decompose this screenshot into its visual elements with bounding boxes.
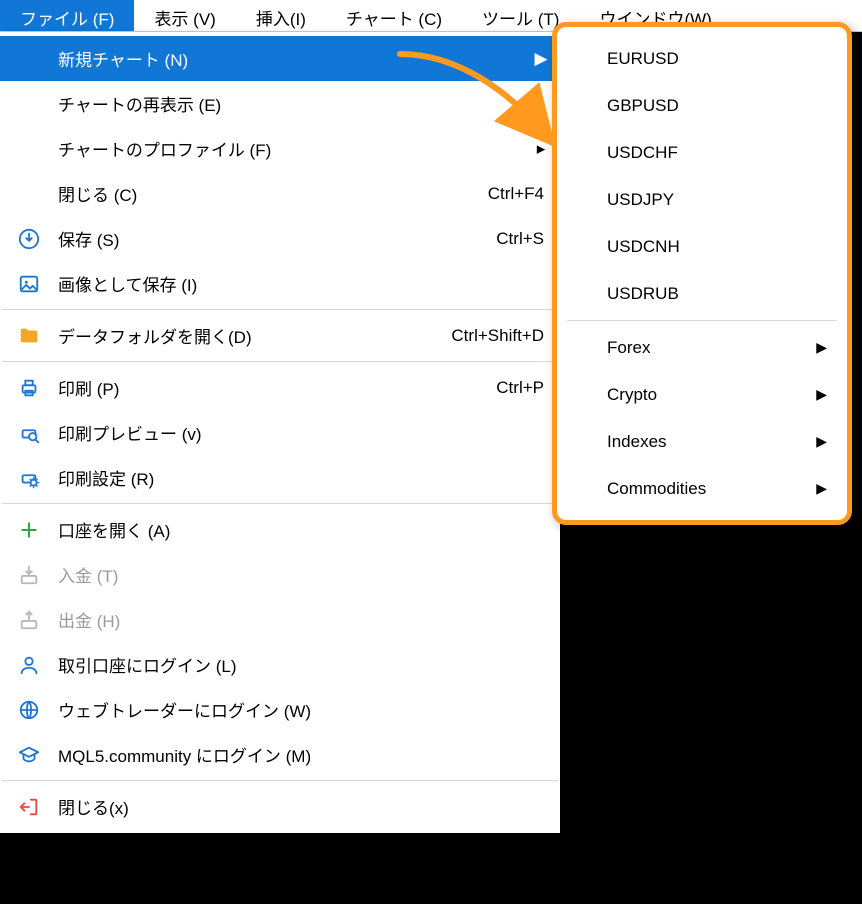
- category-label: Crypto: [607, 385, 816, 405]
- symbol-label: USDCHF: [607, 143, 827, 163]
- menu-label: 画像として保存 (I): [44, 271, 550, 296]
- submenu-arrow-icon: ▸: [532, 94, 550, 114]
- menubar-file[interactable]: ファイル (F): [0, 0, 134, 31]
- exit-icon: [14, 796, 44, 818]
- folder-icon: [14, 325, 44, 347]
- menubar-insert[interactable]: 挿入(I): [236, 0, 326, 31]
- menu-deposit: 入金 (T): [0, 552, 560, 597]
- symbol-label: USDCNH: [607, 237, 827, 257]
- menu-label: 口座を開く (A): [44, 517, 550, 542]
- submenu-arrow-icon: ▸: [532, 139, 550, 159]
- deposit-icon: [14, 564, 44, 586]
- category-label: Indexes: [607, 432, 816, 452]
- separator: [2, 780, 558, 781]
- menu-label: チャートのプロファイル (F): [44, 136, 532, 161]
- menu-label: 取引口座にログイン (L): [44, 652, 550, 677]
- menu-login-mql5[interactable]: MQL5.community にログイン (M): [0, 732, 560, 777]
- symbol-label: GBPUSD: [607, 96, 827, 116]
- symbol-usdrub[interactable]: USDRUB: [557, 270, 847, 317]
- symbol-usdcnh[interactable]: USDCNH: [557, 223, 847, 270]
- save-download-icon: [14, 228, 44, 250]
- submenu-arrow-icon: ▶: [816, 386, 827, 403]
- separator: [2, 503, 558, 504]
- symbol-label: EURUSD: [607, 49, 827, 69]
- symbol-label: USDRUB: [607, 284, 827, 304]
- menu-login-web[interactable]: ウェブトレーダーにログイン (W): [0, 687, 560, 732]
- symbol-usdchf[interactable]: USDCHF: [557, 129, 847, 176]
- plus-icon: [14, 520, 44, 540]
- menu-label: データフォルダを開く(D): [44, 323, 451, 348]
- menu-print-preview[interactable]: 印刷プレビュー (v): [0, 410, 560, 455]
- menu-label: ウェブトレーダーにログイン (W): [44, 697, 550, 722]
- menu-chart-profile[interactable]: チャートのプロファイル (F) ▸: [0, 126, 560, 171]
- symbol-gbpusd[interactable]: GBPUSD: [557, 82, 847, 129]
- menu-label: 閉じる (C): [44, 181, 488, 206]
- separator: [567, 320, 837, 321]
- menu-label: 保存 (S): [44, 226, 496, 251]
- separator: [2, 361, 558, 362]
- category-label: Forex: [607, 338, 816, 358]
- globe-icon: [14, 699, 44, 721]
- menu-withdraw: 出金 (H): [0, 597, 560, 642]
- menu-label: 閉じる(x): [44, 794, 550, 819]
- menu-label: 印刷設定 (R): [44, 465, 550, 490]
- category-forex[interactable]: Forex▶: [557, 324, 847, 371]
- graduation-cap-icon: [14, 744, 44, 766]
- separator: [2, 309, 558, 310]
- print-settings-icon: [14, 467, 44, 489]
- menu-label: チャートの再表示 (E): [44, 91, 532, 116]
- menu-save-image[interactable]: 画像として保存 (I): [0, 261, 560, 306]
- user-icon: [14, 654, 44, 676]
- submenu-arrow-icon: ▶: [532, 49, 550, 69]
- menu-new-chart[interactable]: 新規チャート (N) ▶: [0, 36, 560, 81]
- file-menu: 新規チャート (N) ▶ チャートの再表示 (E) ▸ チャートのプロファイル …: [0, 32, 560, 833]
- shortcut: Ctrl+S: [496, 229, 550, 249]
- symbol-label: USDJPY: [607, 190, 827, 210]
- menu-label: 新規チャート (N): [44, 46, 532, 71]
- symbol-eurusd[interactable]: EURUSD: [557, 35, 847, 82]
- print-preview-icon: [14, 422, 44, 444]
- menu-reshow-chart[interactable]: チャートの再表示 (E) ▸: [0, 81, 560, 126]
- menu-save[interactable]: 保存 (S) Ctrl+S: [0, 216, 560, 261]
- menu-print-setup[interactable]: 印刷設定 (R): [0, 455, 560, 500]
- withdraw-icon: [14, 609, 44, 631]
- category-indexes[interactable]: Indexes▶: [557, 418, 847, 465]
- submenu-arrow-icon: ▶: [816, 433, 827, 450]
- category-crypto[interactable]: Crypto▶: [557, 371, 847, 418]
- category-commodities[interactable]: Commodities▶: [557, 465, 847, 512]
- menu-login-trade[interactable]: 取引口座にログイン (L): [0, 642, 560, 687]
- printer-icon: [14, 377, 44, 399]
- menu-open-account[interactable]: 口座を開く (A): [0, 507, 560, 552]
- menu-exit[interactable]: 閉じる(x): [0, 784, 560, 829]
- menu-open-data-folder[interactable]: データフォルダを開く(D) Ctrl+Shift+D: [0, 313, 560, 358]
- image-icon: [14, 273, 44, 295]
- shortcut: Ctrl+F4: [488, 184, 550, 204]
- menubar-chart[interactable]: チャート (C): [326, 0, 462, 31]
- symbol-usdjpy[interactable]: USDJPY: [557, 176, 847, 223]
- menubar-view[interactable]: 表示 (V): [134, 0, 235, 31]
- new-chart-submenu: EURUSD GBPUSD USDCHF USDJPY USDCNH USDRU…: [552, 22, 852, 525]
- category-label: Commodities: [607, 479, 816, 499]
- menu-label: 出金 (H): [44, 607, 550, 632]
- submenu-arrow-icon: ▶: [816, 480, 827, 497]
- menu-label: 印刷プレビュー (v): [44, 420, 550, 445]
- menu-print[interactable]: 印刷 (P) Ctrl+P: [0, 365, 560, 410]
- menu-label: MQL5.community にログイン (M): [44, 742, 550, 767]
- submenu-arrow-icon: ▶: [816, 339, 827, 356]
- shortcut: Ctrl+P: [496, 378, 550, 398]
- shortcut: Ctrl+Shift+D: [451, 326, 550, 346]
- menu-label: 入金 (T): [44, 562, 550, 587]
- menu-close[interactable]: 閉じる (C) Ctrl+F4: [0, 171, 560, 216]
- menu-label: 印刷 (P): [44, 375, 496, 400]
